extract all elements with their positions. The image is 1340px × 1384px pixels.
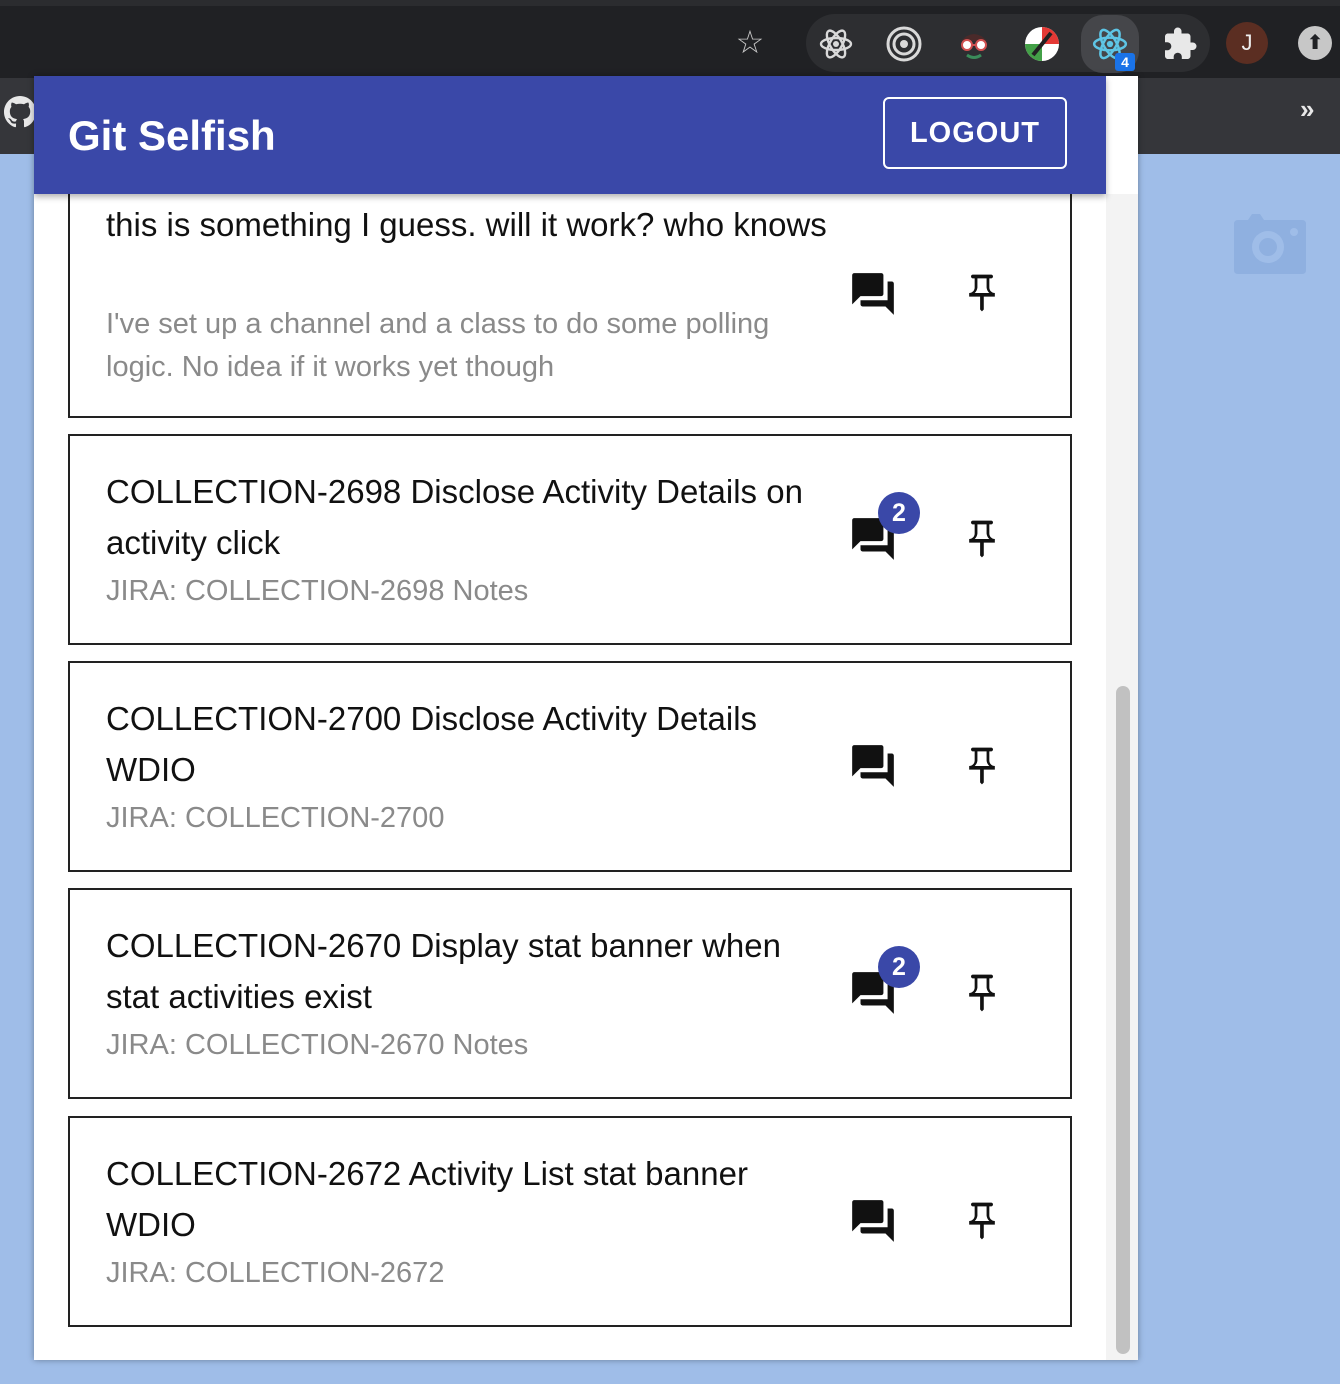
scrollbar-thumb[interactable] xyxy=(1116,686,1130,1354)
comments-icon[interactable] xyxy=(848,1196,898,1246)
update-icon[interactable]: ⬆ xyxy=(1298,26,1332,60)
pin-icon[interactable] xyxy=(960,741,1004,791)
app-title: Git Selfish xyxy=(68,112,276,159)
camera-icon xyxy=(1234,214,1306,274)
tab-strip-edge xyxy=(0,0,1340,6)
target-icon[interactable] xyxy=(882,22,926,66)
github-icon[interactable] xyxy=(4,96,36,128)
pr-subtitle: JIRA: COLLECTION-2670 Notes xyxy=(106,1029,529,1061)
pr-title: COLLECTION-2700 Disclose Activity Detail… xyxy=(106,700,758,788)
logout-button[interactable]: LOGOUT xyxy=(883,97,1067,169)
comment-count-badge: 2 xyxy=(878,946,920,988)
profile-avatar[interactable]: J xyxy=(1226,22,1268,64)
comments-icon[interactable] xyxy=(848,269,898,319)
pr-card[interactable]: COLLECTION-2700 Disclose Activity Detail… xyxy=(68,661,1072,872)
pr-subtitle: I've set up a channel and a class to do … xyxy=(106,308,770,383)
comments-icon[interactable] xyxy=(848,741,898,791)
pr-card[interactable]: this is something I guess. will it work?… xyxy=(68,156,1072,418)
extensions-bar xyxy=(806,14,1210,72)
bookmarks-overflow-button[interactable]: » xyxy=(1300,94,1314,125)
extension-badge: 4 xyxy=(1115,53,1135,71)
spy-icon[interactable] xyxy=(952,22,996,66)
pin-icon[interactable] xyxy=(960,1196,1004,1246)
pr-title: COLLECTION-2698 Disclose Activity Detail… xyxy=(106,473,803,561)
pr-card[interactable]: COLLECTION-2670 Display stat banner when… xyxy=(68,888,1072,1099)
bookmark-star-icon[interactable]: ☆ xyxy=(730,22,770,62)
browser-toolbar: ☆ 4 J ⬆ xyxy=(0,0,1340,78)
react-devtools-icon[interactable] xyxy=(814,22,858,66)
pr-subtitle: JIRA: COLLECTION-2698 Notes xyxy=(106,575,529,607)
pr-title: this is something I guess. will it work?… xyxy=(106,206,827,243)
pr-title: COLLECTION-2672 Activity List stat banne… xyxy=(106,1155,748,1243)
pr-title: COLLECTION-2670 Display stat banner when… xyxy=(106,927,781,1015)
pr-subtitle: JIRA: COLLECTION-2672 xyxy=(106,1257,445,1289)
color-picker-icon[interactable] xyxy=(1020,22,1064,66)
app-bar: Git Selfish LOGOUT xyxy=(34,76,1106,194)
puzzle-icon[interactable] xyxy=(1158,22,1202,66)
pin-icon[interactable] xyxy=(960,514,1004,564)
comment-count-badge: 2 xyxy=(878,492,920,534)
extension-popup: Git Selfish LOGOUT this is something I g… xyxy=(34,76,1138,1360)
pr-subtitle: JIRA: COLLECTION-2700 xyxy=(106,802,445,834)
pr-card[interactable]: COLLECTION-2672 Activity List stat banne… xyxy=(68,1116,1072,1327)
pr-card[interactable]: COLLECTION-2698 Disclose Activity Detail… xyxy=(68,434,1072,645)
react-icon[interactable]: 4 xyxy=(1081,15,1139,73)
pin-icon[interactable] xyxy=(960,968,1004,1018)
pin-icon[interactable] xyxy=(960,268,1004,318)
